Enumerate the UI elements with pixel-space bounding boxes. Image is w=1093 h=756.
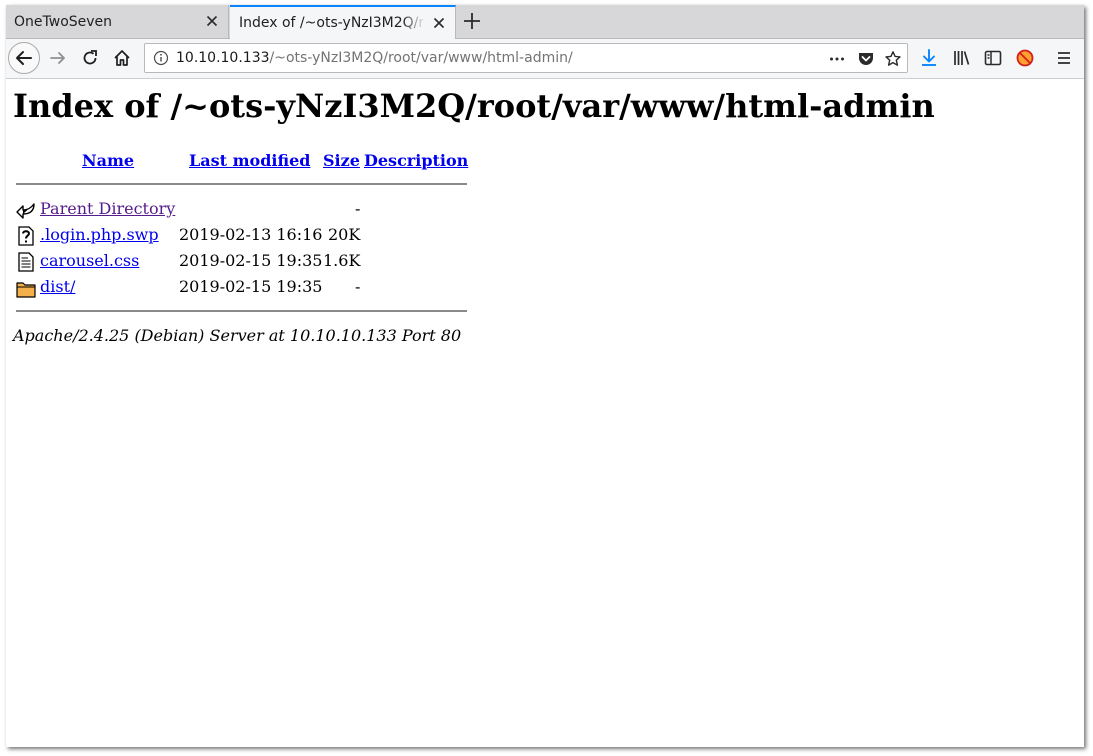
arrow-left-icon bbox=[16, 51, 32, 65]
sidebar-icon[interactable] bbox=[983, 48, 1003, 68]
info-icon[interactable] bbox=[153, 50, 169, 66]
close-tab-icon[interactable] bbox=[204, 13, 220, 29]
row-size: - bbox=[355, 199, 360, 218]
server-signature: Apache/2.4.25 (Debian) Server at 10.10.1… bbox=[13, 326, 462, 345]
file-link-carousel-css[interactable]: carousel.css bbox=[40, 251, 139, 270]
text-file-icon bbox=[18, 252, 34, 272]
reload-icon[interactable] bbox=[80, 48, 100, 68]
more-actions-icon[interactable] bbox=[828, 50, 846, 68]
row-size: 1.6K bbox=[323, 251, 361, 270]
pocket-icon[interactable] bbox=[857, 50, 875, 68]
navigation-toolbar: 10.10.10.133/~ots-yNzI3M2Q/root/var/www/… bbox=[6, 39, 1084, 79]
url-bar[interactable]: 10.10.10.133/~ots-yNzI3M2Q/root/var/www/… bbox=[144, 43, 908, 73]
column-header-description[interactable]: Description bbox=[364, 151, 468, 170]
row-size: 20K bbox=[328, 225, 361, 244]
column-header-name[interactable]: Name bbox=[82, 151, 134, 170]
new-tab-plus-icon[interactable] bbox=[462, 11, 482, 31]
sort-by-name-link[interactable]: Name bbox=[82, 151, 134, 170]
url-path: /~ots-yNzI3M2Q/root/var/www/html-admin/ bbox=[269, 50, 573, 66]
home-icon[interactable] bbox=[112, 48, 132, 68]
bookmark-star-icon[interactable] bbox=[884, 50, 902, 68]
tab-title: OneTwoSeven bbox=[14, 13, 113, 30]
size-value: - bbox=[355, 199, 361, 218]
header-divider bbox=[16, 183, 467, 185]
extension-blocked-icon[interactable] bbox=[1015, 48, 1035, 68]
row-modified: 2019-02-13 16:16 bbox=[179, 225, 323, 244]
row-modified: 2019-02-15 19:35 bbox=[179, 251, 323, 270]
browser-window: OneTwoSeven Index of /~ots-yNzI3M2Q/root… bbox=[6, 5, 1084, 747]
unknown-file-icon bbox=[18, 226, 34, 246]
page-title: Index of /~ots-yNzI3M2Q/root/var/www/htm… bbox=[13, 87, 935, 125]
library-icon[interactable] bbox=[952, 48, 972, 68]
back-icon bbox=[16, 203, 35, 219]
folder-link-dist[interactable]: dist/ bbox=[40, 277, 75, 296]
tab-index-of[interactable]: Index of /~ots-yNzI3M2Q/root/var/www/htm… bbox=[230, 5, 456, 39]
parent-directory-link[interactable]: Parent Directory bbox=[40, 199, 175, 218]
tab-strip: OneTwoSeven Index of /~ots-yNzI3M2Q/root… bbox=[6, 5, 1084, 39]
back-button[interactable] bbox=[8, 42, 40, 74]
forward-arrow-icon[interactable] bbox=[48, 48, 68, 68]
tab-title: Index of /~ots-yNzI3M2Q/root/var/www/htm… bbox=[239, 15, 425, 31]
sort-by-description-link[interactable]: Description bbox=[364, 151, 468, 170]
hamburger-menu-icon[interactable] bbox=[1054, 48, 1074, 68]
folder-icon bbox=[16, 282, 36, 298]
page-content: Index of /~ots-yNzI3M2Q/root/var/www/htm… bbox=[6, 79, 1084, 747]
url-text[interactable]: 10.10.10.133/~ots-yNzI3M2Q/root/var/www/… bbox=[176, 50, 573, 66]
row-size: - bbox=[355, 277, 361, 296]
row-modified: 2019-02-15 19:35 bbox=[179, 277, 323, 296]
file-link-login-php-swp[interactable]: .login.php.swp bbox=[40, 225, 159, 244]
downloads-icon[interactable] bbox=[919, 48, 939, 68]
sort-by-size-link[interactable]: Size bbox=[323, 151, 360, 170]
sort-by-modified-link[interactable]: Last modified bbox=[189, 151, 310, 170]
column-header-size[interactable]: Size bbox=[323, 151, 360, 170]
column-header-last-modified[interactable]: Last modified bbox=[189, 151, 310, 170]
footer-divider bbox=[16, 310, 467, 312]
tab-onetwoseven[interactable]: OneTwoSeven bbox=[6, 5, 229, 38]
close-tab-icon[interactable] bbox=[431, 15, 447, 31]
url-host: 10.10.10.133 bbox=[176, 50, 270, 66]
